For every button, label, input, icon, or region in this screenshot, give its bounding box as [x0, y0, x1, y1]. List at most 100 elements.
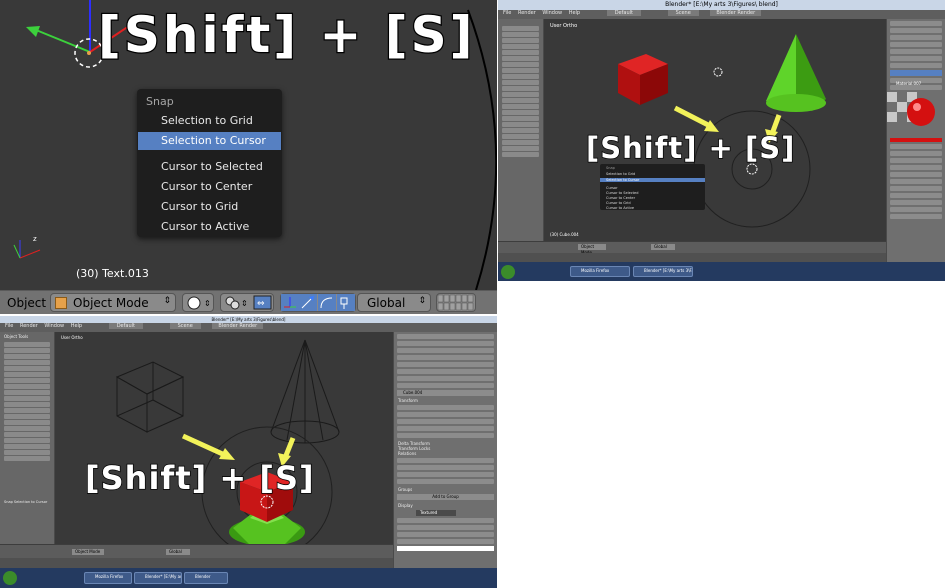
material-preview	[887, 92, 935, 126]
object-menu[interactable]: Object	[7, 296, 46, 310]
snap-menu: Snap Selection to Grid Selection to Curs…	[137, 89, 282, 237]
taskbar-item-firefox[interactable]: Mozilla Firefox	[84, 572, 132, 584]
display-type-selector[interactable]: Textured	[416, 510, 456, 516]
menu-item-cursor-to-grid[interactable]: Cursor to Grid	[606, 201, 631, 205]
3d-viewport[interactable]: User Ortho [Shift] + [S]	[55, 332, 393, 560]
shortcut-overlay-text: [Shift] + [S]	[586, 131, 795, 165]
snap-menu-title: Snap	[146, 95, 174, 108]
svg-text:z: z	[33, 235, 37, 243]
menu-item-selection-to-cursor[interactable]: Selection to Cursor	[138, 132, 281, 150]
cube-icon	[55, 297, 67, 309]
viewport-status-text: (30) Text.013	[76, 267, 149, 280]
timeline-header: Object Mode Global	[0, 544, 393, 569]
pivot-icon: ⇕ ⇔	[225, 295, 272, 310]
section-relations[interactable]: Relations	[394, 451, 497, 456]
green-cone	[766, 34, 826, 112]
viewport-scene: User Ortho [Shift] + [S] (30) Cube.004	[550, 23, 826, 237]
menu-render[interactable]: Render	[518, 10, 536, 16]
menu-item-cursor-to-active[interactable]: Cursor to Active	[606, 206, 634, 210]
layer-buttons[interactable]	[436, 293, 476, 312]
render-engine-selector[interactable]: Blender Render	[710, 10, 762, 16]
menu-item-cursor-to-selected[interactable]: Cursor to Selected	[606, 191, 638, 195]
shortcut-overlay-text: [Shift] + [S]	[98, 6, 476, 64]
menu-item-selection-to-grid[interactable]: Selection to Grid	[138, 112, 281, 130]
viewport-header: Object Object Mode ⇕ ⇕ ⇕ ⇔ Global ⇕	[0, 290, 497, 314]
layout-selector[interactable]: Default	[606, 10, 641, 16]
menu-item-cursor[interactable]: Cursor	[606, 186, 618, 190]
window-titlebar: Blender* [E:\My arts 3\Figures\ blend]	[498, 0, 945, 10]
section-groups[interactable]: Groups	[394, 487, 497, 492]
orientation-selector[interactable]: Global	[651, 244, 675, 250]
last-operator-panel[interactable]: Snap Selection to Cursor	[0, 500, 55, 504]
svg-text:⇔: ⇔	[257, 299, 265, 309]
pivot-point-selector[interactable]: ⇕ ⇔	[220, 293, 274, 312]
menu-item-selection-to-cursor[interactable]: Selection to Cursor	[600, 178, 705, 182]
transform-orientation-selector[interactable]: Global ⇕	[357, 293, 431, 312]
menu-file[interactable]: File	[503, 10, 511, 16]
menu-window[interactable]: Window	[542, 10, 562, 16]
blender-window-snap-menu: Blender* [E:\My arts 3\Figures\ blend] F…	[498, 0, 945, 281]
mode-selector[interactable]: Object Mode	[72, 549, 104, 555]
menu-file[interactable]: File	[5, 323, 13, 329]
menu-item-cursor-to-grid[interactable]: Cursor to Grid	[138, 198, 281, 216]
red-cube	[618, 54, 668, 105]
mode-label: Object Mode	[73, 296, 149, 310]
info-header: File Render Window Help Default Scene Bl…	[498, 10, 945, 19]
svg-text:⇕: ⇕	[241, 299, 248, 308]
tool-shelf: Object Tools Snap Selection to Cursor	[0, 332, 55, 560]
snap-menu: Snap Selection to Grid Selection to Curs…	[600, 164, 705, 210]
section-transform[interactable]: Transform	[394, 398, 497, 403]
scene-selector[interactable]: Scene	[667, 10, 699, 16]
orientation-label: Global	[367, 296, 406, 310]
updown-arrow-icon: ⇕	[418, 296, 426, 306]
tool-panel-title: Object Tools	[4, 334, 29, 339]
blender-window-after-snap: Blender* [E:\My arts 3\Figures\blend] Fi…	[0, 316, 497, 588]
timeline-header: Object Mode Global	[498, 241, 886, 263]
orientation-selector[interactable]: Global	[166, 549, 190, 555]
section-display[interactable]: Display	[394, 503, 497, 508]
object-color-swatch[interactable]	[397, 546, 494, 551]
updown-arrow-icon: ⇕	[163, 296, 171, 306]
wireframe-cube	[115, 361, 185, 433]
info-header: File Render Window Help Default Scene Bl…	[0, 323, 497, 332]
sphere-icon: ⇕	[187, 296, 211, 310]
svg-text:(30) Cube.004: (30) Cube.004	[550, 232, 579, 237]
start-button[interactable]	[501, 265, 515, 279]
zoomed-viewport-panel: z [Shift] + [S] Snap Selection to Grid S…	[0, 0, 497, 314]
tool-shelf	[498, 19, 544, 241]
svg-text:⇕: ⇕	[204, 299, 211, 308]
menu-item-selection-to-grid[interactable]: Selection to Grid	[606, 172, 635, 176]
menu-window[interactable]: Window	[44, 323, 64, 329]
menu-help[interactable]: Help	[71, 323, 82, 329]
layout-selector[interactable]: Default	[108, 323, 143, 329]
mode-selector[interactable]: Object Mode	[578, 244, 606, 255]
add-to-group-button[interactable]: Add to Group	[397, 494, 494, 500]
mode-selector[interactable]: Object Mode ⇕	[50, 293, 176, 312]
taskbar-item-blender[interactable]: Blender	[184, 572, 228, 584]
material-slot[interactable]: Material.007	[890, 70, 942, 86]
3d-viewport[interactable]: z [Shift] + [S] Snap Selection to Grid S…	[0, 0, 497, 290]
3d-viewport[interactable]: User Ortho [Shift] + [S] (30) Cube.004 S…	[544, 19, 886, 241]
menu-item-cursor-to-center[interactable]: Cursor to Center	[138, 178, 281, 196]
menu-item-cursor-to-selected[interactable]: Cursor to Selected	[138, 158, 281, 176]
menu-help[interactable]: Help	[569, 10, 580, 16]
viewport-scene: User Ortho [Shift] + [S]	[61, 335, 340, 558]
diffuse-color-swatch[interactable]	[890, 138, 942, 142]
viewport-shading-selector[interactable]: ⇕	[182, 293, 214, 312]
render-engine-selector[interactable]: Blender Render	[212, 323, 264, 329]
object-name-field[interactable]: Cube.004	[397, 390, 494, 396]
taskbar-item-firefox[interactable]: Mozilla Firefox	[570, 266, 630, 277]
taskbar-item-blender[interactable]: Blender* [E:\My arts 3\F...	[633, 266, 693, 277]
menu-item-cursor-to-active[interactable]: Cursor to Active	[138, 218, 281, 236]
shortcut-overlay-text: [Shift] + [S]	[85, 459, 315, 497]
scene-selector[interactable]: Scene	[169, 323, 201, 329]
taskbar-item-blender-window[interactable]: Blender* [E:\My arts 3\F...	[134, 572, 182, 584]
snap-menu-title: Snap	[606, 166, 615, 170]
menu-render[interactable]: Render	[20, 323, 38, 329]
start-button[interactable]	[3, 571, 17, 585]
menu-item-cursor-to-center[interactable]: Cursor to Center	[606, 196, 635, 200]
view-label: User Ortho	[550, 23, 577, 29]
svg-text:User Ortho: User Ortho	[61, 335, 83, 340]
wireframe-cone	[270, 339, 340, 444]
manipulator-buttons[interactable]	[280, 293, 356, 312]
